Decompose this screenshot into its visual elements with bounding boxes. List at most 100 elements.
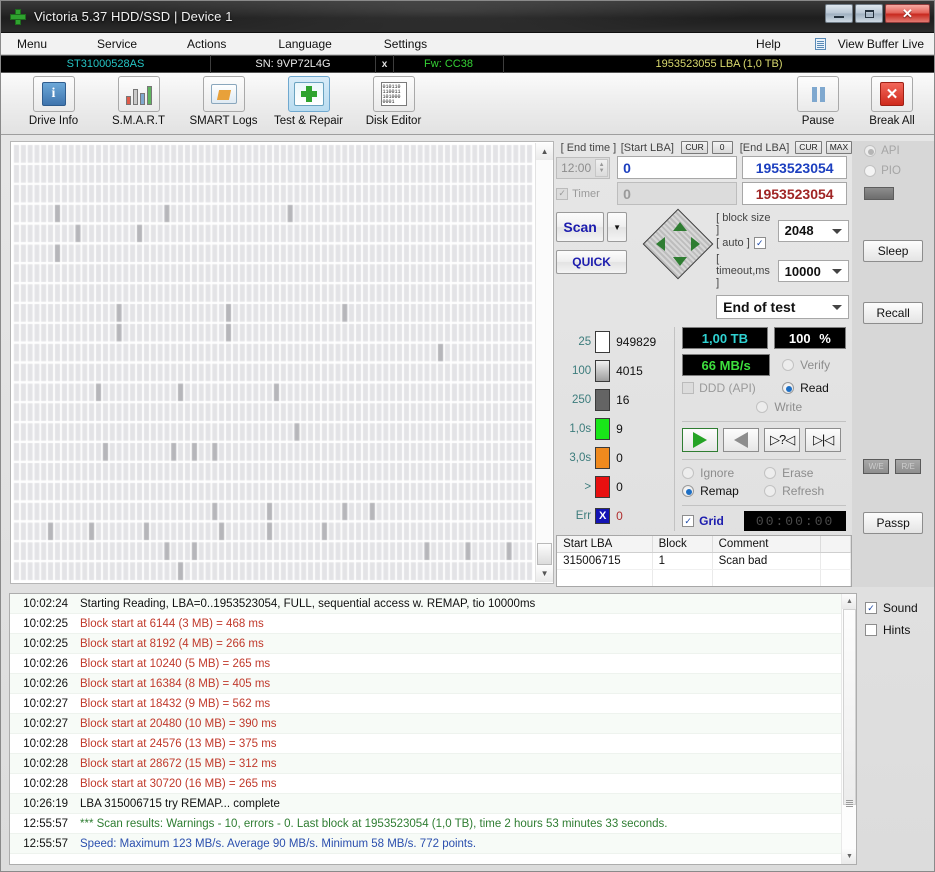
toolbar-break-all[interactable]: ✕ Break All <box>860 76 924 127</box>
end-lba-max-button[interactable]: MAX <box>825 141 853 154</box>
map-scroll-up-icon[interactable]: ▲ <box>536 143 554 160</box>
end-of-test-select[interactable]: End of test <box>716 295 850 319</box>
end-lba-cur-button[interactable]: CUR <box>795 141 822 154</box>
play-icon[interactable] <box>682 428 719 452</box>
grid-toggle[interactable]: ✓ Grid <box>682 514 738 528</box>
menu-item-help[interactable]: Help <box>752 37 785 51</box>
action-ignore[interactable]: Ignore <box>682 466 764 480</box>
start-lba-zero-button[interactable]: 0 <box>711 141 733 154</box>
mode-read[interactable]: Read <box>782 381 829 395</box>
view-buffer-live-button[interactable]: View Buffer Live <box>834 37 928 51</box>
hints-toggle[interactable]: Hints <box>865 623 931 637</box>
erase-radio[interactable] <box>764 467 777 479</box>
read-radio[interactable] <box>782 382 795 394</box>
map-scroll-down-icon[interactable]: ▼ <box>536 565 554 582</box>
start-lba-input[interactable]: 0 <box>617 156 738 179</box>
action-erase[interactable]: Erase <box>764 466 813 480</box>
log-line[interactable]: 12:55:57 *** Scan results: Warnings - 10,… <box>10 814 856 834</box>
reverse-icon[interactable] <box>723 428 760 452</box>
surface-map-canvas[interactable] <box>13 144 533 581</box>
toolbar-pause[interactable]: Pause <box>786 76 850 127</box>
mode-write[interactable]: Write <box>682 400 846 414</box>
log-line[interactable]: 10:02:28 Block start at 28672 (15 MB) = 3… <box>10 754 856 774</box>
log-scrollbar[interactable]: ▲ ▼ <box>841 594 856 864</box>
toolbar-drive-info[interactable]: i Drive Info <box>15 76 92 127</box>
toolbar-smart[interactable]: S.M.A.R.T <box>100 76 177 127</box>
hints-checkbox[interactable] <box>865 624 877 636</box>
ignore-radio[interactable] <box>682 467 695 479</box>
end-lba-input[interactable]: 1953523054 <box>742 156 848 179</box>
minimize-button[interactable] <box>825 4 853 23</box>
menu-item-settings[interactable]: Settings <box>380 37 431 51</box>
menu-item-actions[interactable]: Actions <box>183 37 230 51</box>
close-button[interactable]: ✕ <box>885 4 930 23</box>
timeout-select[interactable]: 10000 <box>777 260 850 282</box>
skip-start-icon[interactable]: ▷|◁ <box>805 428 842 452</box>
table-row[interactable]: 315006715 1 Scan bad <box>557 552 852 570</box>
timer-checkbox[interactable]: ✓ <box>556 187 569 200</box>
quick-button[interactable]: QUICK <box>556 250 628 274</box>
sleep-button[interactable]: Sleep <box>863 240 924 262</box>
toolbar-disk-editor[interactable]: 010110 110011 101000 0001 Disk Editor <box>355 76 432 127</box>
random-icon[interactable]: ▷?◁ <box>764 428 801 452</box>
map-scroll-thumb[interactable] <box>537 543 553 565</box>
verify-radio[interactable] <box>782 359 795 371</box>
log-line[interactable]: 10:02:27 Block start at 18432 (9 MB) = 56… <box>10 694 856 714</box>
action-refresh[interactable]: Refresh <box>764 484 824 498</box>
scan-button[interactable]: Scan <box>556 212 605 242</box>
ddd-checkbox[interactable] <box>682 382 695 394</box>
log-scroll-down-icon[interactable]: ▼ <box>842 849 856 864</box>
nav-left-icon[interactable] <box>656 237 666 251</box>
nav-up-icon[interactable] <box>673 222 688 231</box>
remap-radio[interactable] <box>682 485 695 497</box>
nav-down-icon[interactable] <box>673 257 688 266</box>
passport-button[interactable]: Passp <box>863 512 924 534</box>
action-remap[interactable]: Remap <box>682 484 764 498</box>
api-option[interactable]: API <box>852 141 934 161</box>
capacity-display: 1,00 TB <box>682 327 768 349</box>
start-lba-cur-button[interactable]: CUR <box>681 141 708 154</box>
ddd-toggle[interactable]: DDD (API) <box>682 381 774 395</box>
sound-toggle[interactable]: ✓ Sound <box>865 601 931 615</box>
log-line[interactable]: 10:02:27 Block start at 20480 (10 MB) = 3… <box>10 714 856 734</box>
end-time-input[interactable]: 12:00 ▲ ▼ <box>556 156 611 179</box>
write-enable-button[interactable]: W/E <box>863 459 890 474</box>
log-line[interactable]: 10:02:28 Block start at 24576 (13 MB) = 3… <box>10 734 856 754</box>
log-line[interactable]: 10:26:19 LBA 315006715 try REMAP... compl… <box>10 794 856 814</box>
mode-verify[interactable]: Verify <box>782 358 830 372</box>
timer-toggle[interactable]: ✓ Timer <box>556 187 610 200</box>
maximize-button[interactable] <box>855 4 883 23</box>
write-radio[interactable] <box>756 401 769 413</box>
nav-right-icon[interactable] <box>691 237 701 251</box>
toolbar-smart-logs[interactable]: SMART Logs <box>185 76 262 127</box>
log-line[interactable]: 10:02:26 Block start at 10240 (5 MB) = 26… <box>10 654 856 674</box>
log-line[interactable]: 12:55:57 Speed: Maximum 123 MB/s. Average… <box>10 834 856 854</box>
surface-map-scrollbar[interactable]: ▲ ▼ <box>535 143 554 582</box>
log-scroll-up-icon[interactable]: ▲ <box>842 594 856 609</box>
refresh-radio[interactable] <box>764 485 777 497</box>
menu-item-language[interactable]: Language <box>274 37 335 51</box>
block-size-select[interactable]: 2048 <box>777 219 850 242</box>
log-panel[interactable]: 10:02:24 Starting Reading, LBA=0..1953523… <box>9 593 857 865</box>
menu-item-menu[interactable]: Menu <box>13 37 51 51</box>
log-line[interactable]: 10:02:25 Block start at 8192 (4 MB) = 266… <box>10 634 856 654</box>
recall-button[interactable]: Recall <box>863 302 924 324</box>
navigation-diamond[interactable] <box>642 208 714 280</box>
read-enable-button[interactable]: R/E <box>895 459 922 474</box>
sound-checkbox[interactable]: ✓ <box>865 602 877 614</box>
log-scroll-thumb[interactable] <box>843 609 856 805</box>
log-line[interactable]: 10:02:28 Block start at 30720 (16 MB) = 2… <box>10 774 856 794</box>
grid-checkbox[interactable]: ✓ <box>682 515 695 527</box>
log-line[interactable]: 10:02:26 Block start at 16384 (8 MB) = 40… <box>10 674 856 694</box>
drive-clear-button[interactable]: x <box>376 55 394 73</box>
menu-item-service[interactable]: Service <box>93 37 141 51</box>
surface-map-panel[interactable]: ▲ ▼ <box>10 141 555 584</box>
pio-option[interactable]: PIO <box>852 161 934 181</box>
end-time-spinner-icon[interactable]: ▲ ▼ <box>595 158 609 177</box>
log-line[interactable]: 10:02:25 Block start at 6144 (3 MB) = 468… <box>10 614 856 634</box>
scan-dropdown-button[interactable]: ▼ <box>607 212 628 242</box>
log-line[interactable]: 10:02:24 Starting Reading, LBA=0..1953523… <box>10 594 856 614</box>
auto-checkbox[interactable]: ✓ <box>753 237 766 249</box>
defects-table[interactable]: Start LBA Block Comment 315006715 1 Scan… <box>556 535 853 587</box>
toolbar-test-repair[interactable]: Test & Repair <box>270 76 347 127</box>
